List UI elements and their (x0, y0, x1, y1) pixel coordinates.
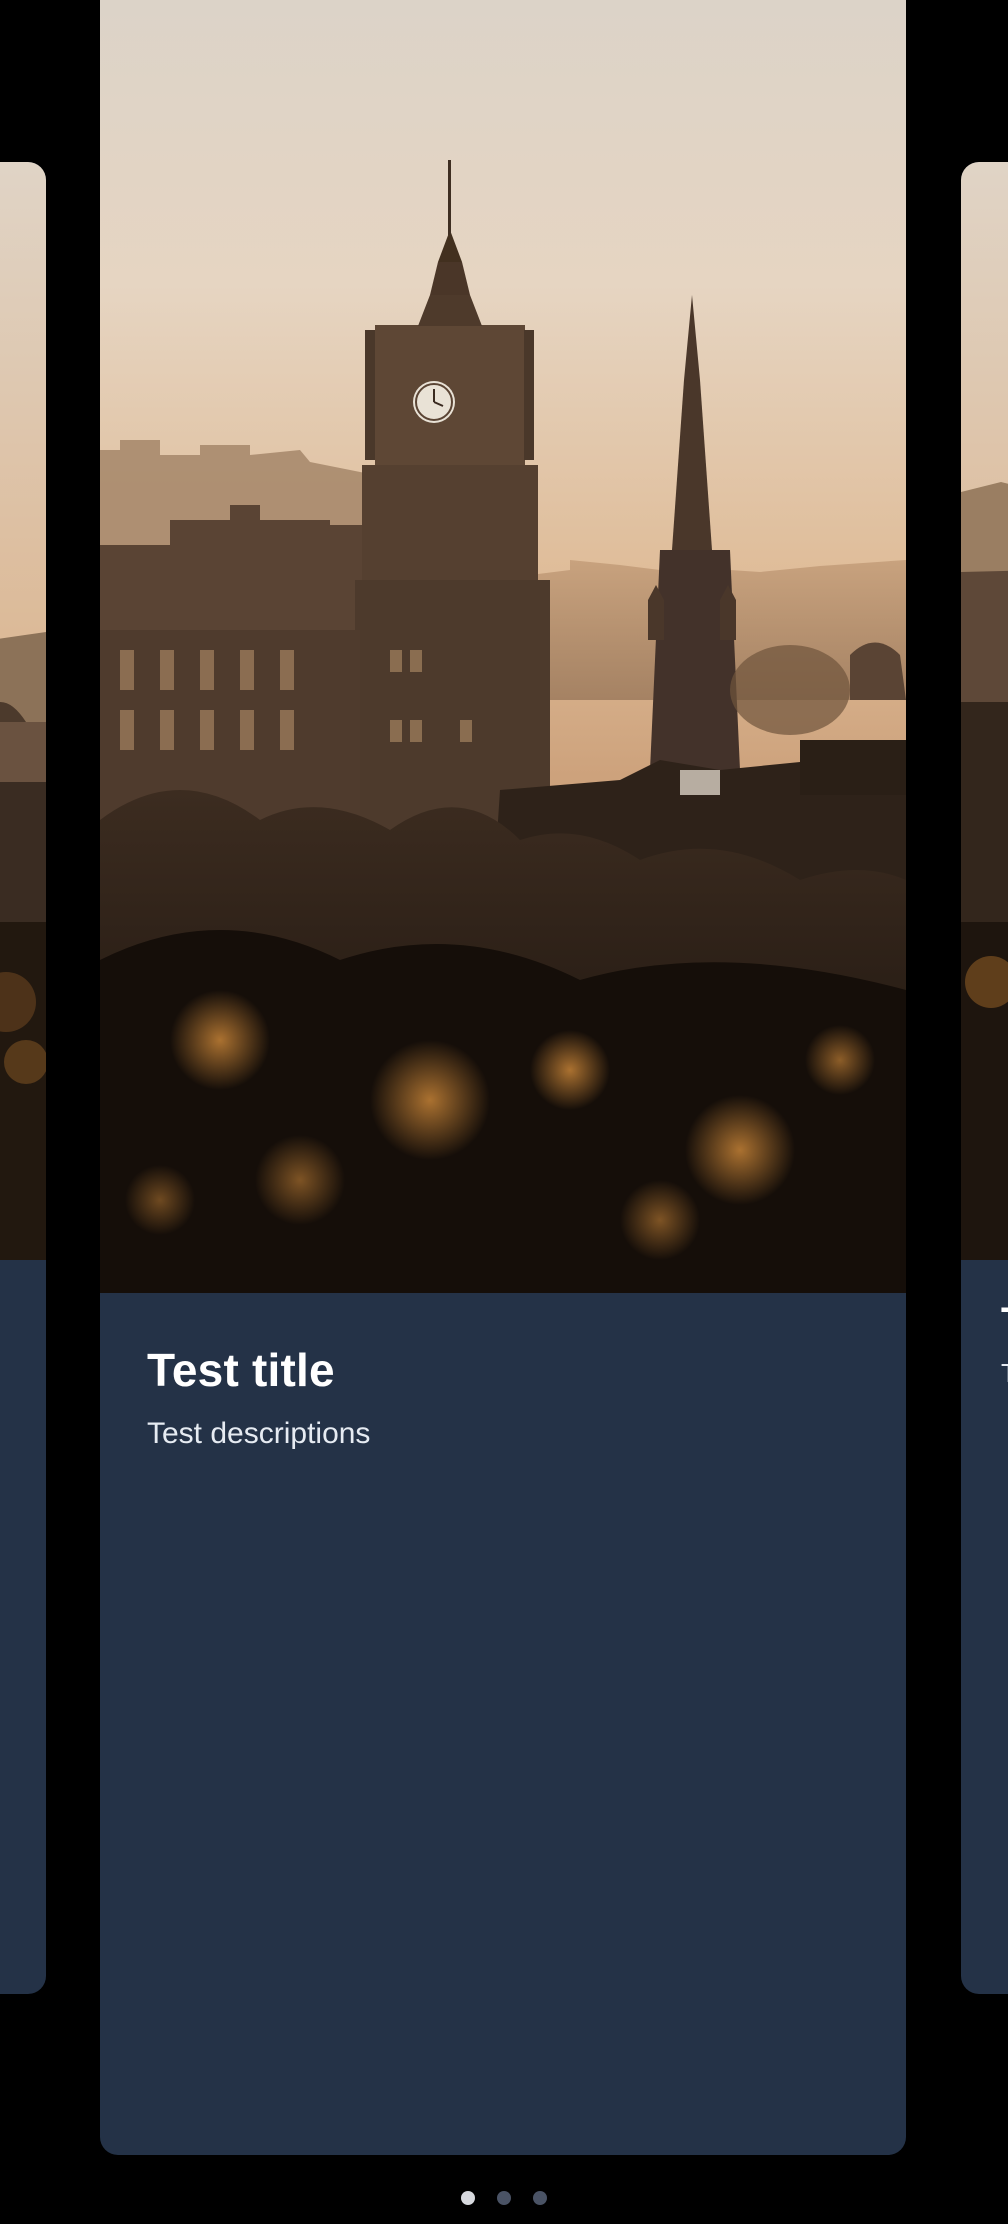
card-photo-previous (0, 162, 46, 1260)
carousel-screen: Test title Test descriptions (0, 0, 1008, 2224)
card-photo-next (961, 162, 1008, 1260)
pager-dot-1[interactable] (461, 2191, 475, 2205)
card-title-next: T (1001, 1300, 1008, 1345)
card-body: Test title Test descriptions (100, 1293, 906, 2155)
card-photo (100, 0, 906, 1293)
carousel-card-next[interactable]: T T (961, 162, 1008, 1994)
card-body-previous (0, 1260, 46, 1994)
pager-dot-2[interactable] (497, 2191, 511, 2205)
card-title: Test title (147, 1344, 335, 1396)
card-description: Test descriptions (147, 1417, 371, 1450)
page-indicator (0, 2188, 1008, 2208)
carousel-card-previous[interactable] (0, 162, 46, 1994)
card-description-next: T (1001, 1358, 1008, 1389)
card-body-next: T T (961, 1260, 1008, 1994)
pager-dot-3[interactable] (533, 2191, 547, 2205)
carousel-card-active[interactable]: Test title Test descriptions (100, 0, 906, 2155)
